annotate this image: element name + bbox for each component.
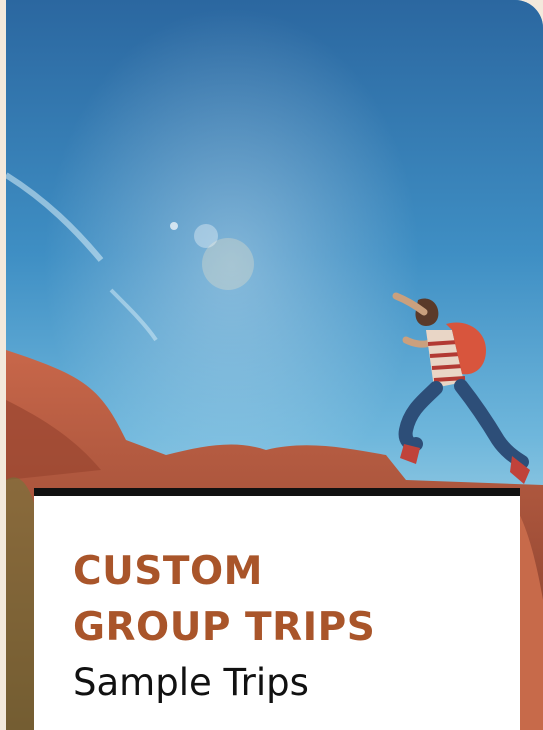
sample-trips-link[interactable]: Sample Trips	[73, 658, 520, 708]
title-line-2: GROUP TRIPS	[73, 605, 376, 650]
title-line-1: CUSTOM	[73, 549, 263, 594]
trip-info-panel: CUSTOM GROUP TRIPS Sample Trips	[34, 488, 520, 730]
trip-card[interactable]: CUSTOM GROUP TRIPS Sample Trips	[6, 0, 543, 730]
